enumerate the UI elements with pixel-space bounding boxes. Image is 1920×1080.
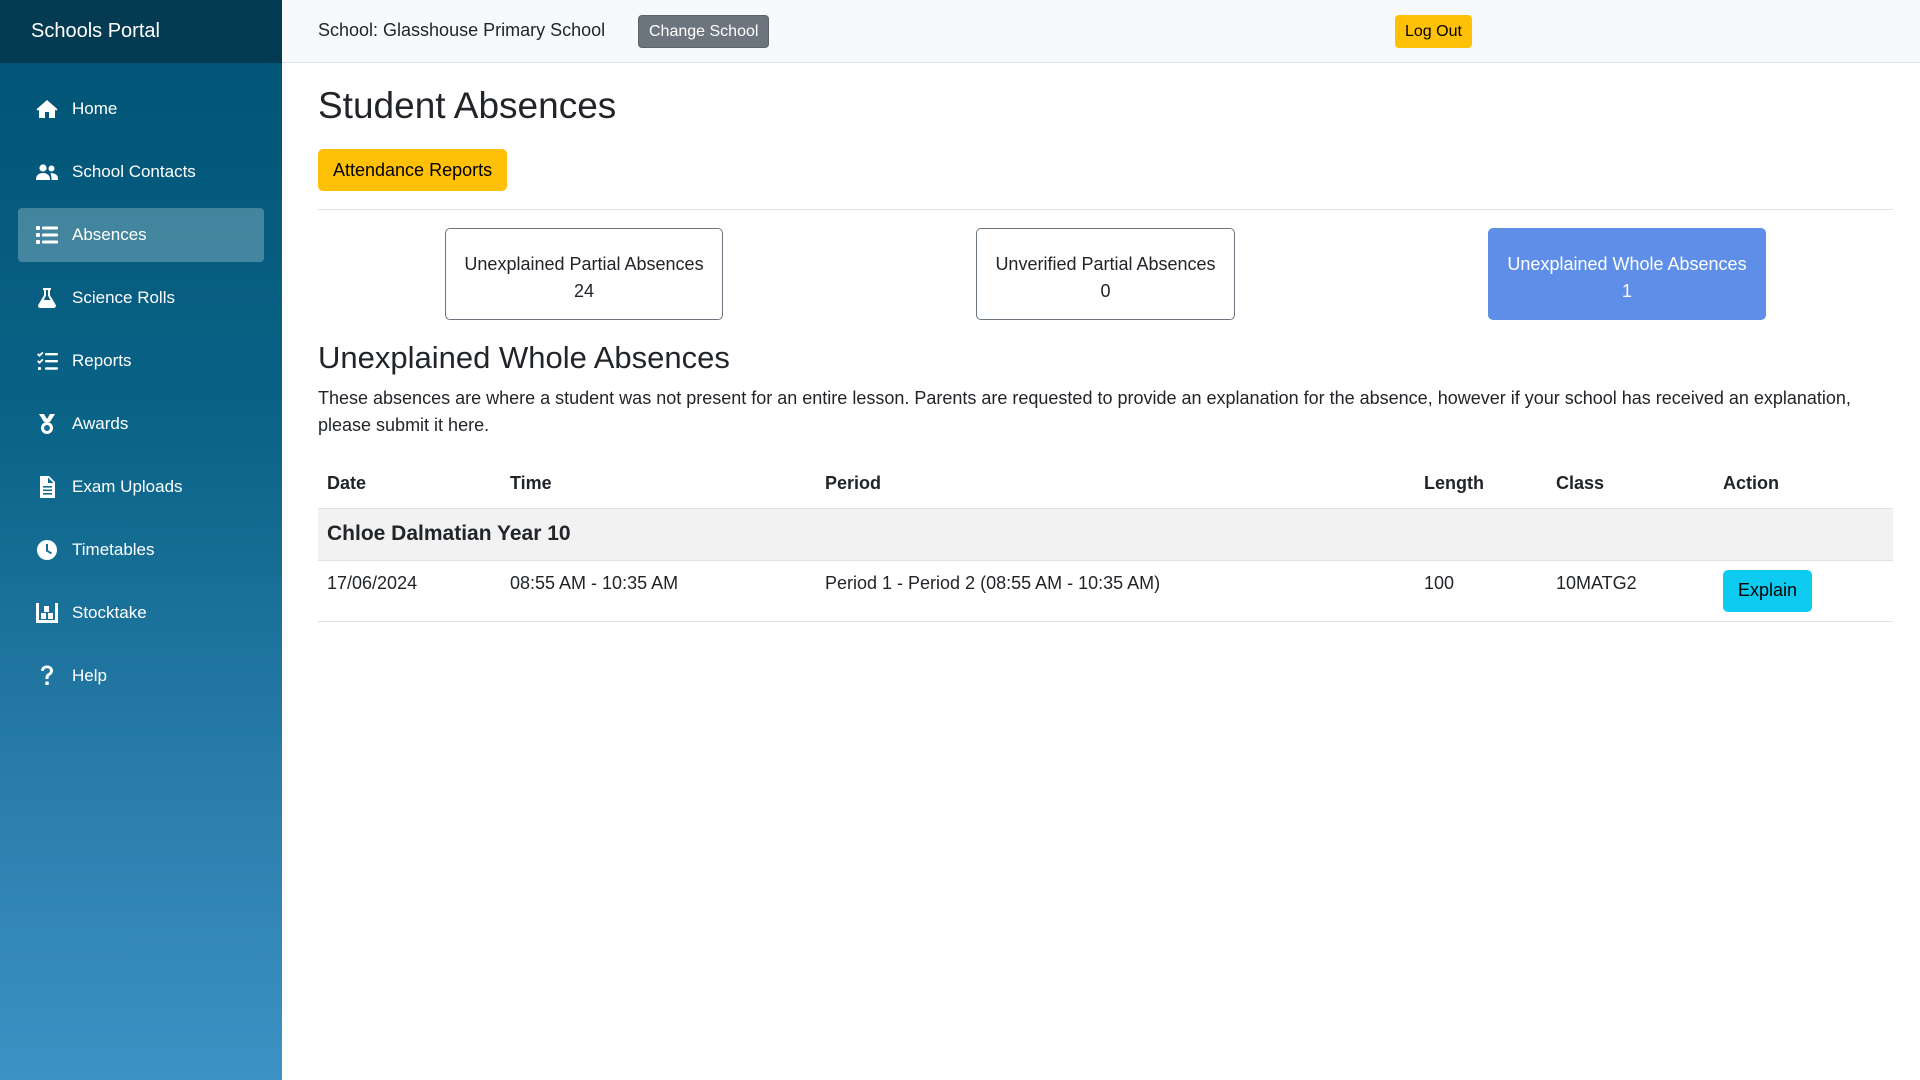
student-name: Chloe Dalmatian Year 10 <box>318 508 1893 561</box>
column-header-period: Period <box>816 460 1415 509</box>
sidebar-item-label: Stocktake <box>72 603 147 622</box>
clock-icon <box>34 537 60 563</box>
page-title: Student Absences <box>318 85 617 126</box>
sidebar-item-label: Awards <box>72 414 129 433</box>
card-count: 0 <box>1100 281 1111 301</box>
student-group-row: Chloe Dalmatian Year 10 <box>318 508 1893 561</box>
absences-table: Date Time Period Length Class Action Chl… <box>318 460 1893 622</box>
sidebar-item-awards[interactable]: Awards <box>18 397 264 451</box>
sidebar-item-label: Timetables <box>72 540 155 559</box>
column-header-time: Time <box>501 460 816 509</box>
card-count: 1 <box>1621 281 1632 301</box>
flask-icon <box>34 285 60 311</box>
sidebar-item-reports[interactable]: Reports <box>18 334 264 388</box>
cell-length: 100 <box>1415 560 1547 622</box>
sidebar-item-label: Science Rolls <box>72 288 175 307</box>
column-header-action: Action <box>1714 460 1893 509</box>
cell-time: 08:55 AM - 10:35 AM <box>501 560 816 622</box>
sidebar-item-label: Exam Uploads <box>72 477 183 496</box>
sidebar-item-exam-uploads[interactable]: Exam Uploads <box>18 460 264 514</box>
card-unexplained-partial[interactable]: Unexplained Partial Absences 24 <box>445 228 723 320</box>
cell-class: 10MATG2 <box>1547 560 1714 622</box>
cell-period: Period 1 - Period 2 (08:55 AM - 10:35 AM… <box>816 560 1415 622</box>
sidebar-item-label: Help <box>72 666 107 685</box>
school-label: School: Glasshouse Primary School <box>318 20 606 40</box>
cell-date: 17/06/2024 <box>318 560 501 622</box>
sidebar-item-absences[interactable]: Absences <box>18 208 264 262</box>
sidebar: Schools Portal Home School Contacts Abse… <box>0 0 282 1080</box>
checklist-icon <box>34 348 60 374</box>
file-icon <box>34 474 60 500</box>
medal-icon <box>34 411 60 437</box>
brand-title[interactable]: Schools Portal <box>0 0 282 63</box>
attendance-reports-button[interactable]: Attendance Reports <box>318 149 508 191</box>
change-school-button[interactable]: Change School <box>638 15 770 48</box>
topbar: School: Glasshouse Primary School Change… <box>282 0 1920 63</box>
users-icon <box>34 159 60 185</box>
sidebar-item-label: School Contacts <box>72 162 196 181</box>
list-icon <box>34 222 60 248</box>
cell-action: Explain <box>1714 560 1893 622</box>
card-count: 24 <box>573 281 595 301</box>
card-label: Unexplained Whole Absences <box>1507 254 1747 274</box>
warehouse-icon <box>34 600 60 626</box>
card-unverified-partial[interactable]: Unverified Partial Absences 0 <box>976 228 1235 320</box>
home-icon <box>34 96 60 122</box>
sidebar-item-label: Reports <box>72 351 132 370</box>
section-description: These absences are where a student was n… <box>318 388 1851 435</box>
sidebar-item-home[interactable]: Home <box>18 82 264 136</box>
absence-summary-cards: Unexplained Partial Absences 24 Unverifi… <box>318 228 1893 320</box>
column-header-date: Date <box>318 460 501 509</box>
sidebar-item-label: Absences <box>72 225 147 244</box>
column-header-length: Length <box>1415 460 1547 509</box>
sidebar-item-stocktake[interactable]: Stocktake <box>18 586 264 640</box>
table-row: 17/06/2024 08:55 AM - 10:35 AM Period 1 … <box>318 560 1893 622</box>
column-header-class: Class <box>1547 460 1714 509</box>
question-icon <box>34 663 60 689</box>
explain-button[interactable]: Explain <box>1723 569 1813 612</box>
logout-button[interactable]: Log Out <box>1395 15 1472 48</box>
section-title: Unexplained Whole Absences <box>318 340 730 375</box>
card-unexplained-whole[interactable]: Unexplained Whole Absences 1 <box>1488 228 1766 320</box>
sidebar-item-timetables[interactable]: Timetables <box>18 523 264 577</box>
sidebar-item-school-contacts[interactable]: School Contacts <box>18 145 264 199</box>
main-content: Student Absences Attendance Reports Unex… <box>318 63 1893 622</box>
divider <box>318 209 1893 210</box>
card-label: Unverified Partial Absences <box>995 254 1216 274</box>
sidebar-item-science-rolls[interactable]: Science Rolls <box>18 271 264 325</box>
card-label: Unexplained Partial Absences <box>464 254 704 274</box>
table-header-row: Date Time Period Length Class Action <box>318 460 1893 509</box>
sidebar-item-label: Home <box>72 99 118 118</box>
sidebar-nav: Home School Contacts Absences Science Ro… <box>0 63 282 703</box>
sidebar-item-help[interactable]: Help <box>18 649 264 703</box>
